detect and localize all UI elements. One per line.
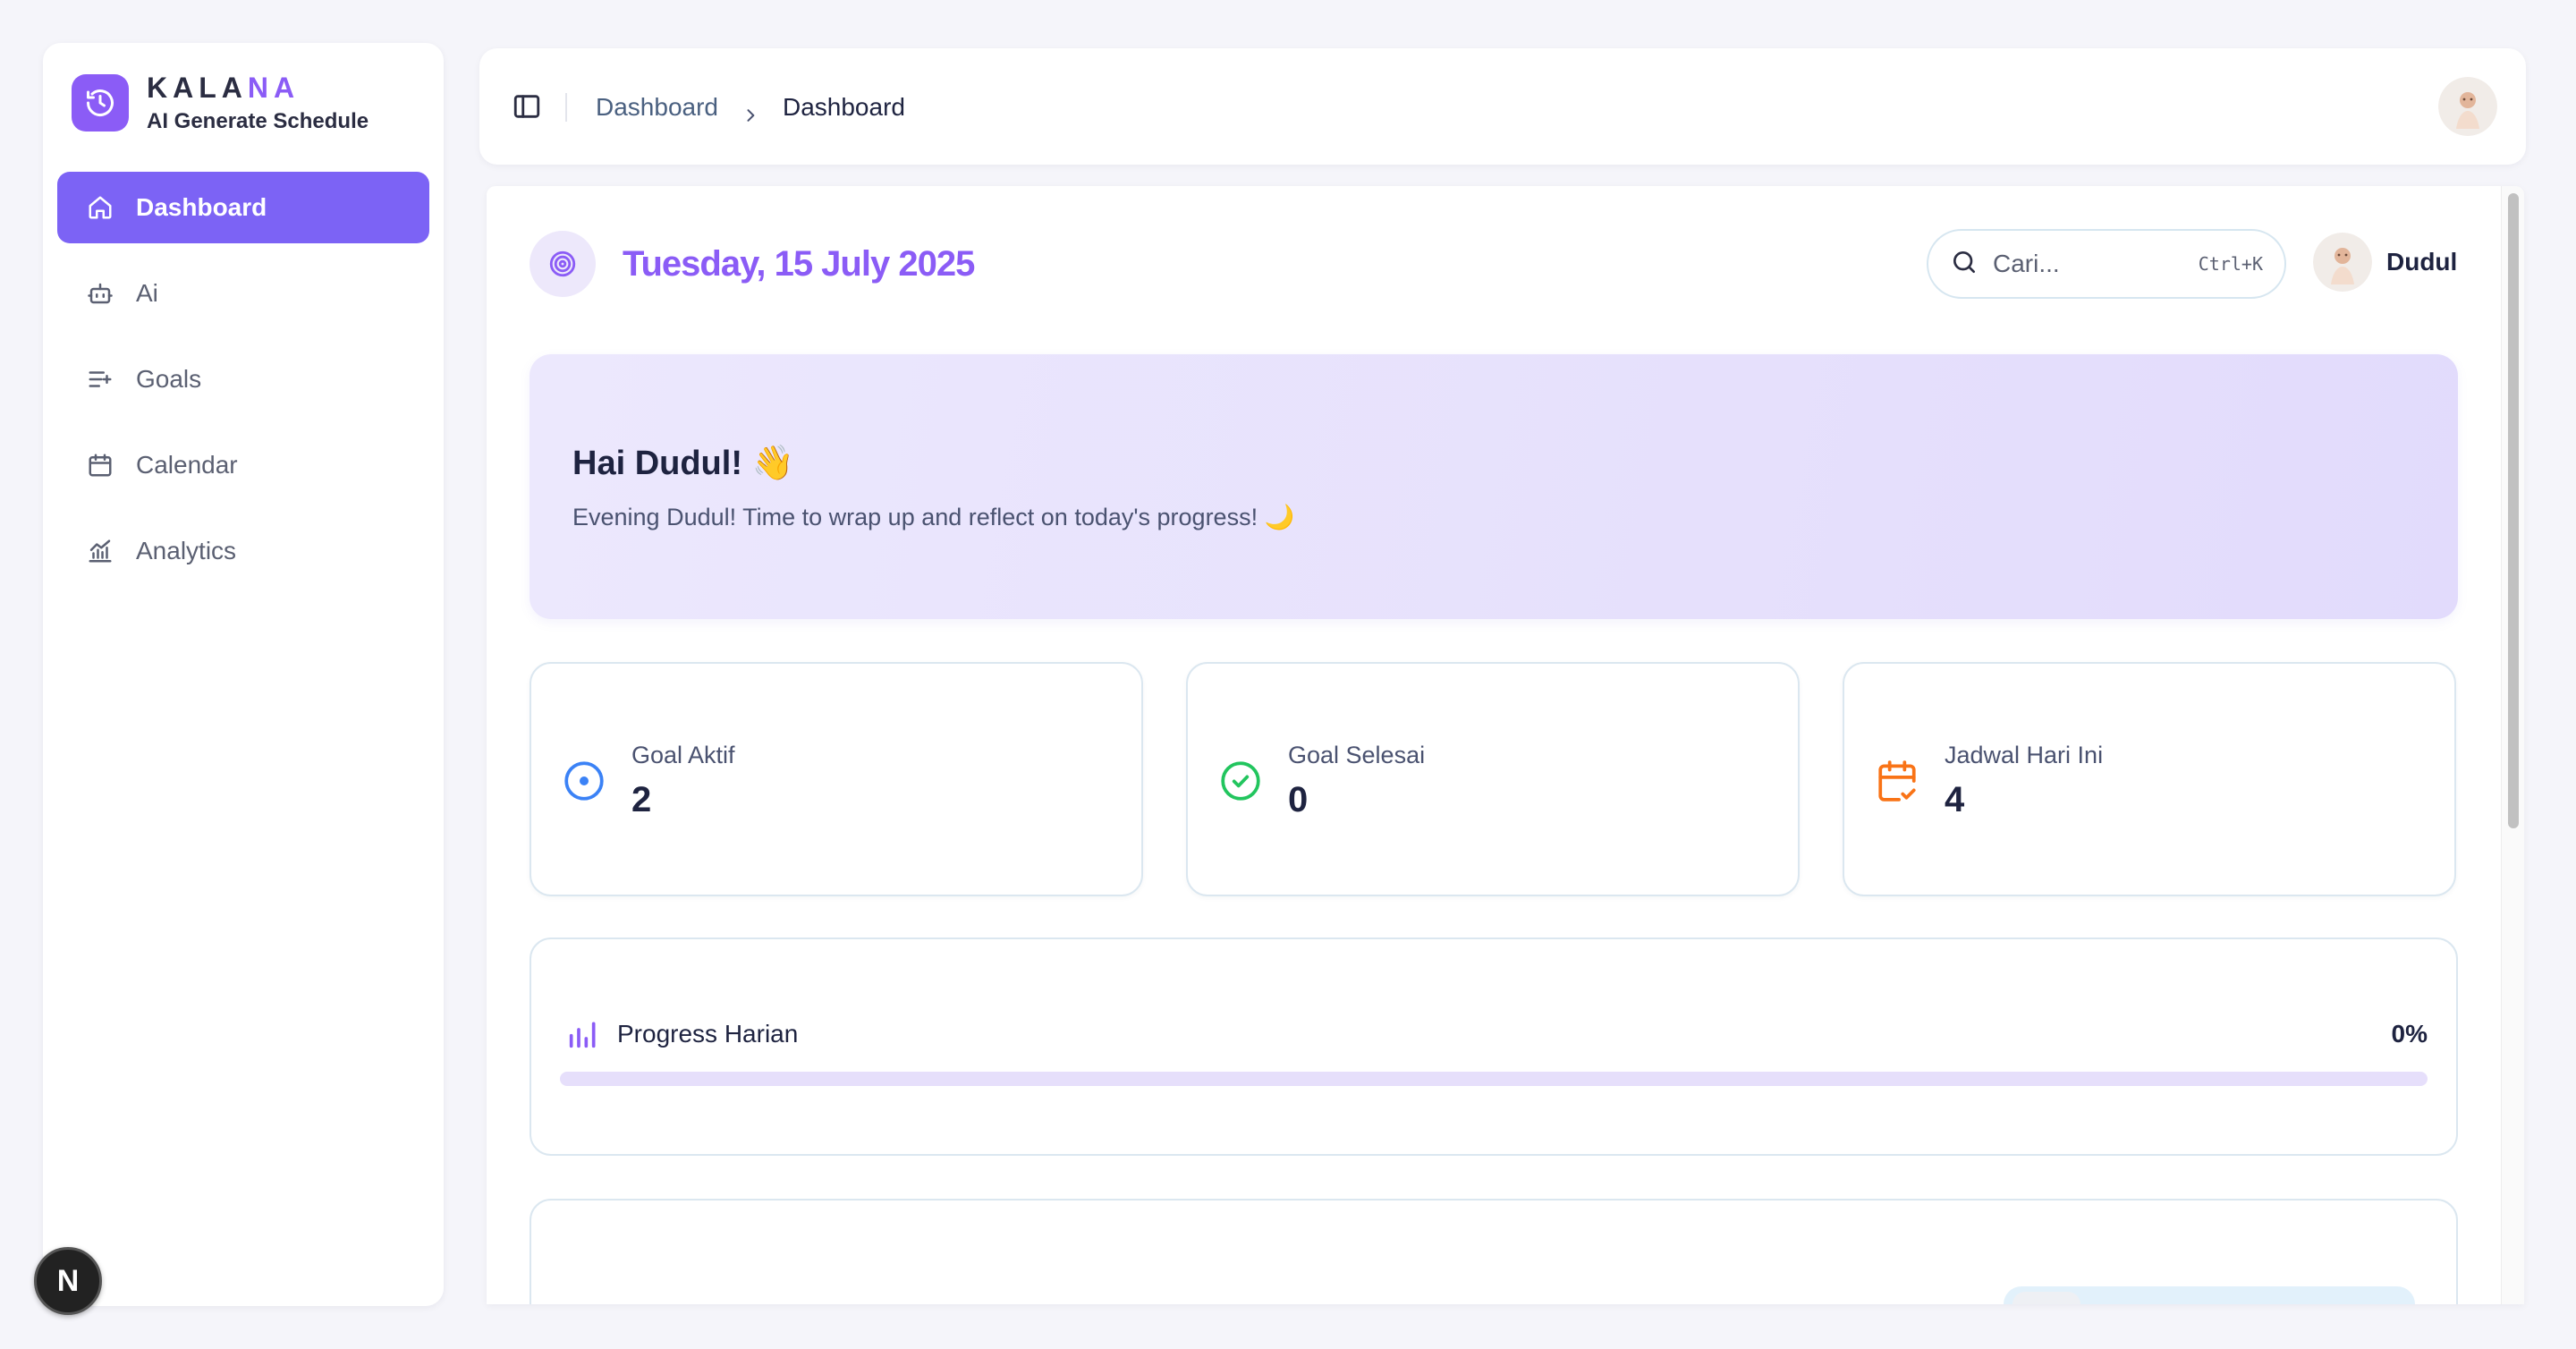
- breadcrumb: Dashboard Dashboard: [596, 89, 905, 125]
- sidebar-toggle-icon[interactable]: [512, 91, 542, 122]
- stat-card-goal-aktif[interactable]: Goal Aktif 2: [530, 662, 1143, 896]
- sidebar-item-label: Dashboard: [136, 193, 267, 221]
- sidebar-item-label: Calendar: [136, 451, 238, 479]
- brand[interactable]: KALANA AI Generate Schedule: [72, 70, 369, 136]
- search-placeholder: Cari...: [1993, 250, 2060, 277]
- breadcrumb-link[interactable]: Dashboard: [596, 89, 718, 125]
- avatar[interactable]: [2438, 77, 2497, 136]
- chip-inner: [2012, 1292, 2080, 1304]
- bot-icon: [86, 279, 114, 308]
- brand-subtitle: AI Generate Schedule: [147, 109, 369, 133]
- chart-line-icon: [86, 537, 114, 565]
- schedule-card: [530, 1199, 2458, 1304]
- sidebar-item-label: Ai: [136, 279, 158, 307]
- sidebar-item-goals[interactable]: Goals: [57, 344, 429, 415]
- sidebar-item-ai[interactable]: Ai: [57, 258, 429, 329]
- sidebar: KALANA AI Generate Schedule Dashboard Ai…: [43, 43, 444, 1306]
- calendar-icon: [86, 451, 114, 479]
- dev-tools-badge[interactable]: N: [34, 1247, 102, 1315]
- search-input[interactable]: Cari... Ctrl+K: [1927, 229, 2286, 299]
- scrollbar-thumb[interactable]: [2508, 193, 2519, 828]
- check-circle-icon: [1218, 759, 1263, 803]
- calendar-check-icon: [1875, 759, 1919, 803]
- chevron-right-icon: [741, 98, 759, 122]
- topbar: Dashboard Dashboard: [479, 48, 2526, 165]
- stat-value: 0: [1288, 780, 1309, 819]
- sidebar-nav: Dashboard Ai Goals Calendar Analytics: [57, 172, 429, 601]
- user-name: Dudul: [2386, 248, 2458, 276]
- progress-bar: [560, 1072, 2428, 1086]
- stat-label: Goal Selesai: [1288, 742, 1426, 768]
- greeting-title: Hai Dudul! 👋: [572, 445, 794, 482]
- breadcrumb-current: Dashboard: [782, 93, 905, 121]
- search-shortcut: Ctrl+K: [2198, 253, 2263, 275]
- main-panel: Tuesday, 15 July 2025 Cari... Ctrl+K Dud…: [487, 186, 2524, 1304]
- stat-value: 2: [631, 780, 652, 819]
- stat-label: Jadwal Hari Ini: [1945, 742, 2104, 768]
- scrollbar[interactable]: [2501, 186, 2524, 1304]
- sidebar-item-calendar[interactable]: Calendar: [57, 429, 429, 501]
- progress-percent: 0%: [2391, 1020, 2428, 1048]
- greeting-banner: Hai Dudul! 👋 Evening Dudul! Time to wrap…: [530, 354, 2458, 619]
- target-icon: [530, 231, 596, 297]
- greeting-subtitle: Evening Dudul! Time to wrap up and refle…: [572, 504, 1295, 530]
- stat-card-goal-selesai[interactable]: Goal Selesai 0: [1186, 662, 1800, 896]
- target-icon: [562, 759, 606, 803]
- list-plus-icon: [86, 365, 114, 394]
- daily-progress-card: Progress Harian 0%: [530, 938, 2458, 1156]
- progress-title: Progress Harian: [617, 1020, 799, 1048]
- sidebar-item-dashboard[interactable]: Dashboard: [57, 172, 429, 243]
- schedule-chip[interactable]: [2004, 1286, 2415, 1304]
- stat-value: 4: [1945, 780, 1965, 819]
- topbar-divider: [565, 93, 567, 122]
- stat-label: Goal Aktif: [631, 742, 735, 768]
- home-icon: [86, 193, 114, 222]
- sidebar-item-label: Goals: [136, 365, 202, 393]
- page-title: Tuesday, 15 July 2025: [623, 244, 975, 284]
- stat-card-jadwal-hari-ini[interactable]: Jadwal Hari Ini 4: [1843, 662, 2456, 896]
- bar-chart-icon: [565, 1016, 601, 1052]
- sidebar-item-label: Analytics: [136, 537, 237, 564]
- brand-name-accent: NA: [247, 72, 301, 104]
- clock-logo-icon: [72, 74, 129, 132]
- user-menu[interactable]: Dudul: [2313, 233, 2457, 292]
- brand-name: KALANA: [147, 72, 301, 104]
- search-icon: [1950, 248, 1979, 281]
- sidebar-item-analytics[interactable]: Analytics: [57, 515, 429, 587]
- avatar: [2313, 233, 2372, 292]
